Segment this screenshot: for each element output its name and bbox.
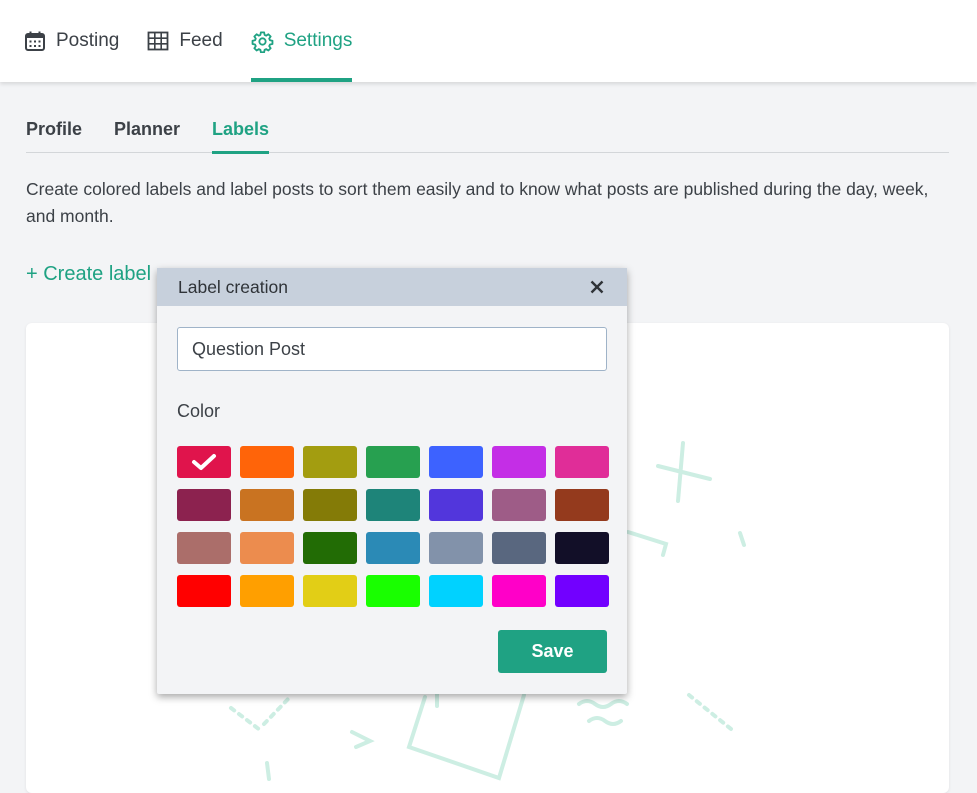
nav-feed-label: Feed: [179, 30, 223, 51]
nav-posting-label: Posting: [56, 30, 120, 51]
color-swatch[interactable]: [492, 532, 546, 564]
nav-feed[interactable]: Feed: [147, 0, 223, 82]
color-swatch[interactable]: [303, 575, 357, 607]
color-swatch[interactable]: [555, 575, 609, 607]
color-swatch[interactable]: [177, 575, 231, 607]
tab-profile[interactable]: Profile: [26, 110, 82, 153]
label-creation-modal: Label creation Color Save: [157, 268, 627, 694]
nav-settings[interactable]: Settings: [250, 0, 353, 82]
color-swatch[interactable]: [366, 446, 420, 478]
color-swatch[interactable]: [429, 489, 483, 521]
color-swatch[interactable]: [555, 446, 609, 478]
color-swatch-grid: [177, 446, 609, 607]
color-swatch[interactable]: [555, 532, 609, 564]
color-swatch[interactable]: [492, 446, 546, 478]
color-swatch[interactable]: [429, 446, 483, 478]
color-swatch[interactable]: [492, 575, 546, 607]
labels-description: Create colored labels and label posts to…: [26, 179, 929, 226]
close-button[interactable]: [587, 277, 607, 297]
modal-title: Label creation: [178, 276, 288, 297]
gear-icon: [251, 30, 274, 53]
grid-icon: [147, 31, 169, 51]
label-name-input[interactable]: [177, 327, 607, 371]
create-label-link[interactable]: + Create label: [26, 263, 151, 286]
top-nav: Posting Feed Settings: [24, 0, 380, 82]
tab-labels[interactable]: Labels: [212, 110, 270, 154]
color-swatch[interactable]: [177, 489, 231, 521]
calendar-icon: [25, 31, 45, 51]
color-swatch-selected[interactable]: [177, 446, 231, 478]
color-swatch[interactable]: [240, 532, 294, 564]
color-swatch[interactable]: [366, 575, 420, 607]
color-swatch[interactable]: [303, 489, 357, 521]
settings-subtabs: Profile Planner Labels: [26, 110, 949, 154]
modal-header: Label creation: [157, 268, 627, 306]
color-swatch[interactable]: [429, 532, 483, 564]
checkmark-icon: [192, 454, 216, 470]
color-swatch[interactable]: [555, 489, 609, 521]
nav-settings-label: Settings: [283, 30, 353, 51]
close-icon: [590, 280, 604, 294]
nav-posting[interactable]: Posting: [24, 0, 119, 82]
tab-planner[interactable]: Planner: [114, 110, 180, 153]
color-swatch[interactable]: [492, 489, 546, 521]
color-swatch[interactable]: [429, 575, 483, 607]
color-swatch[interactable]: [240, 575, 294, 607]
color-swatch[interactable]: [303, 532, 357, 564]
color-swatch[interactable]: [366, 532, 420, 564]
color-swatch[interactable]: [240, 446, 294, 478]
color-heading: Color: [177, 401, 221, 421]
save-button[interactable]: Save: [498, 630, 607, 673]
color-swatch[interactable]: [303, 446, 357, 478]
color-swatch[interactable]: [240, 489, 294, 521]
color-swatch[interactable]: [366, 489, 420, 521]
top-navigation-bar: Posting Feed Settings: [0, 0, 977, 82]
color-swatch[interactable]: [177, 532, 231, 564]
